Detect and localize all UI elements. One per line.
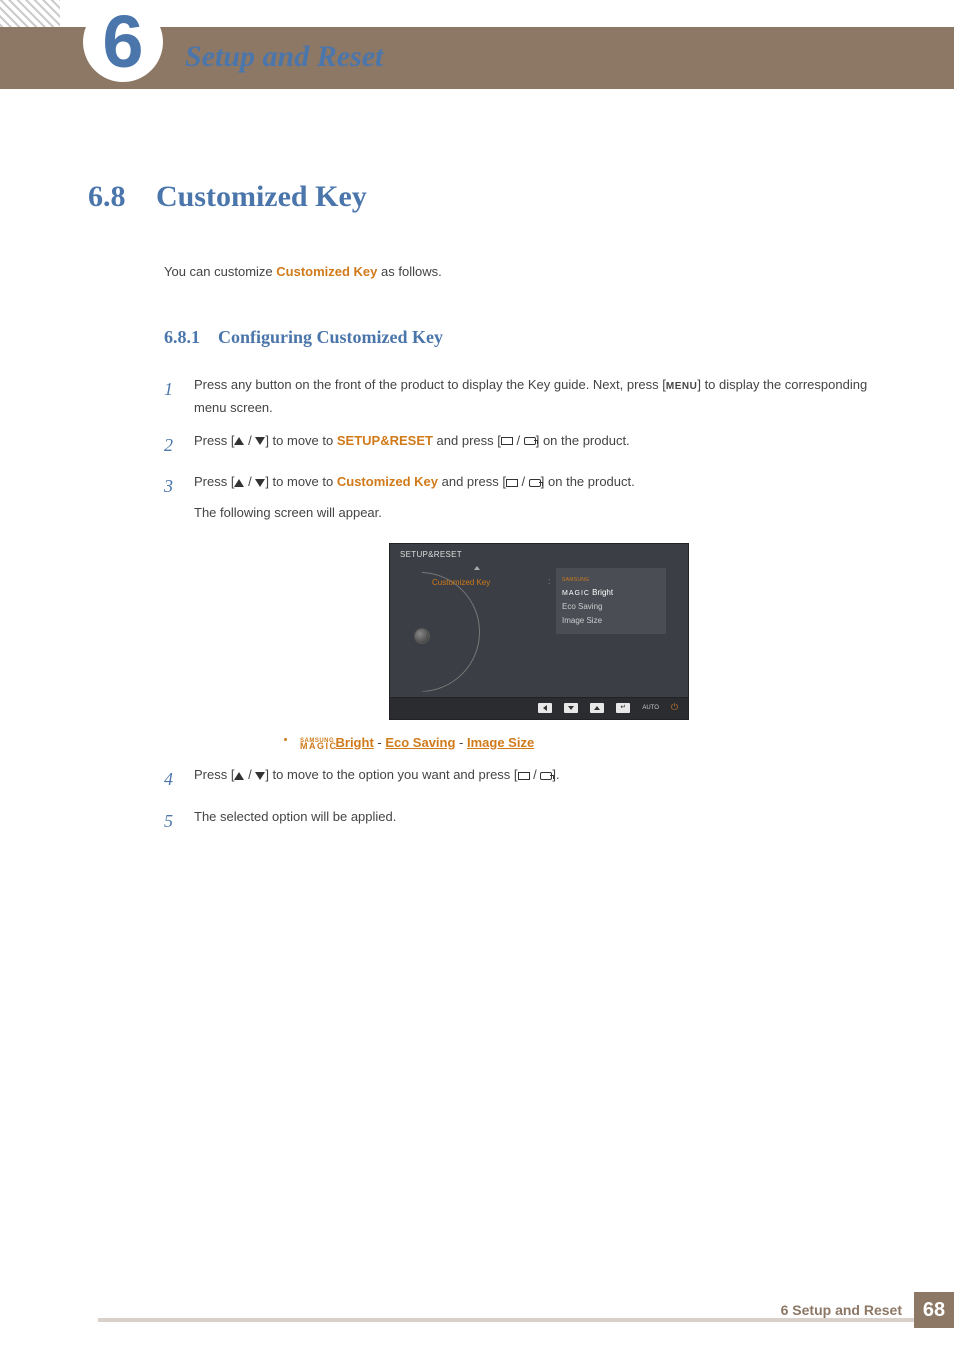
osd-power-icon: ⏻	[671, 700, 678, 716]
chapter-number: 6	[102, 5, 143, 79]
osd-options-list: SAMSUNGMAGIC Bright Eco Saving Image Siz…	[556, 568, 666, 634]
osd-option-eco: Eco Saving	[562, 600, 660, 614]
up-icon	[234, 479, 244, 487]
chapter-badge: 6	[83, 2, 163, 82]
page-number: 68	[914, 1292, 954, 1328]
options-bullet: SAMSUNG MAGIC Bright - Eco Saving - Imag…	[300, 732, 884, 755]
osd-enter-btn	[616, 703, 630, 713]
intro-text: You can customize Customized Key as foll…	[164, 264, 884, 279]
source-icon	[501, 437, 513, 445]
step-4: 4 Press [ / ] to move to the option you …	[164, 764, 884, 796]
osd-option-size: Image Size	[562, 614, 660, 628]
steps-list: 1 Press any button on the front of the p…	[164, 374, 884, 837]
enter-icon	[529, 479, 541, 487]
up-icon	[234, 772, 244, 780]
section-number: 6.8	[88, 180, 126, 214]
link-eco-saving[interactable]: Eco Saving	[385, 735, 455, 750]
step-5: 5 The selected option will be applied.	[164, 806, 884, 838]
source-icon	[506, 479, 518, 487]
link-image-size[interactable]: Image Size	[467, 735, 534, 750]
osd-down-btn	[564, 703, 578, 713]
page-content: 6.8 Customized Key You can customize Cus…	[88, 180, 884, 847]
subsection-heading: 6.8.1Configuring Customized Key	[164, 327, 884, 348]
chapter-title: Setup and Reset	[185, 40, 383, 74]
footer: 6 Setup and Reset 68	[781, 1292, 954, 1328]
footer-chapter-label: 6 Setup and Reset	[781, 1302, 902, 1318]
up-icon	[234, 437, 244, 445]
down-icon	[255, 437, 265, 445]
step-1: 1 Press any button on the front of the p…	[164, 374, 884, 420]
step-3: 3 Press [ / ] to move to Customized Key …	[164, 471, 884, 754]
osd-selected-item: Customized Key	[432, 576, 490, 590]
enter-icon	[540, 772, 552, 780]
osd-scroll-up-icon	[474, 566, 480, 570]
samsung-magic-label: SAMSUNG MAGIC	[300, 739, 338, 749]
source-icon	[518, 772, 530, 780]
bullet-icon	[284, 738, 287, 741]
osd-screenshot: SETUP&RESET Customized Key : SAMSUNGMAGI…	[389, 543, 689, 720]
osd-up-btn	[590, 703, 604, 713]
osd-button-bar: AUTO ⏻	[389, 698, 689, 720]
menu-key-label: MENU	[666, 381, 697, 392]
link-bright[interactable]: Bright	[336, 735, 374, 750]
osd-auto-btn: AUTO	[642, 703, 659, 714]
down-icon	[255, 772, 265, 780]
enter-icon	[524, 437, 536, 445]
osd-option-bright: SAMSUNGMAGIC Bright	[562, 572, 660, 600]
osd-panel: SETUP&RESET Customized Key : SAMSUNGMAGI…	[389, 543, 689, 698]
step-2: 2 Press [ / ] to move to SETUP&RESET and…	[164, 430, 884, 462]
osd-knob-icon	[414, 628, 430, 644]
section-title: Customized Key	[156, 180, 367, 214]
down-icon	[255, 479, 265, 487]
osd-left-btn	[538, 703, 552, 713]
